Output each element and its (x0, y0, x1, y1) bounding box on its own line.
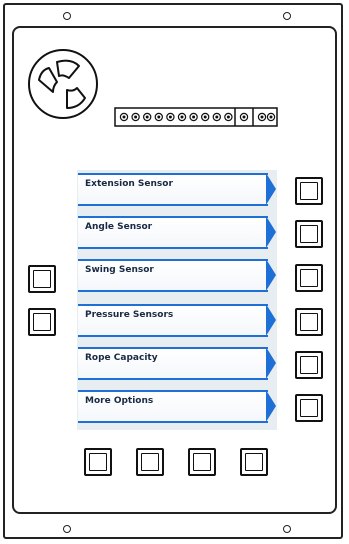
mounting-hole-top-right (283, 12, 291, 20)
connector-pin-center (215, 115, 219, 119)
mounting-hole-bottom-right (283, 525, 291, 533)
softkey-right-1[interactable] (295, 177, 323, 205)
menu-arrow-icon (266, 304, 276, 336)
menu-item-body (78, 304, 268, 337)
connector-pin-center (242, 115, 246, 119)
menu-arrow-icon (266, 347, 276, 379)
softkey-right-6[interactable] (295, 394, 323, 422)
fan-icon (28, 49, 98, 119)
mounting-hole-top-left (63, 12, 71, 20)
softkey-right-4[interactable] (295, 308, 323, 336)
softkey-bottom-4[interactable] (240, 448, 268, 476)
menu-item-rope-capacity[interactable]: Rope Capacity (78, 347, 276, 380)
menu-item-label: Swing Sensor (85, 265, 154, 275)
connector-pin-center (203, 115, 207, 119)
menu-item-label: More Options (85, 396, 154, 406)
menu-item-body (78, 216, 268, 249)
softkey-right-5[interactable] (295, 351, 323, 379)
menu-item-label: Pressure Sensors (85, 310, 174, 320)
menu-arrow-icon (266, 216, 276, 248)
connector-pin-center (122, 115, 126, 119)
connector-pin-center (260, 115, 264, 119)
menu-item-more-options[interactable]: More Options (78, 390, 276, 423)
connector-pin-center (157, 115, 161, 119)
connector-pin-center (168, 115, 172, 119)
connector-pin-center (145, 115, 149, 119)
connector-pin-center (226, 115, 230, 119)
softkey-bottom-1[interactable] (84, 448, 112, 476)
connector-pin-center (180, 115, 184, 119)
softkey-left-2[interactable] (28, 308, 56, 336)
connector-pin-center (192, 115, 196, 119)
menu-item-angle-sensor[interactable]: Angle Sensor (78, 216, 276, 249)
softkey-bottom-2[interactable] (136, 448, 164, 476)
connector-pin-center (269, 115, 273, 119)
softkey-right-2[interactable] (295, 220, 323, 248)
menu-item-body (78, 390, 268, 423)
menu-arrow-icon (266, 173, 276, 205)
pin-connector (114, 107, 278, 127)
menu-item-label: Extension Sensor (85, 179, 173, 189)
menu-item-body (78, 259, 268, 292)
softkey-right-3[interactable] (295, 264, 323, 292)
softkey-left-1[interactable] (28, 265, 56, 293)
menu-item-body (78, 347, 268, 380)
menu-item-label: Rope Capacity (85, 353, 158, 363)
menu-item-label: Angle Sensor (85, 222, 153, 232)
mounting-hole-bottom-left (63, 525, 71, 533)
softkey-bottom-3[interactable] (188, 448, 216, 476)
menu-item-swing-sensor[interactable]: Swing Sensor (78, 259, 276, 292)
connector-pin-center (134, 115, 138, 119)
menu-arrow-icon (266, 390, 276, 422)
menu-item-extension-sensor[interactable]: Extension Sensor (78, 173, 276, 206)
menu-item-pressure-sensors[interactable]: Pressure Sensors (78, 304, 276, 337)
menu-item-body (78, 173, 268, 206)
menu-arrow-icon (266, 259, 276, 291)
